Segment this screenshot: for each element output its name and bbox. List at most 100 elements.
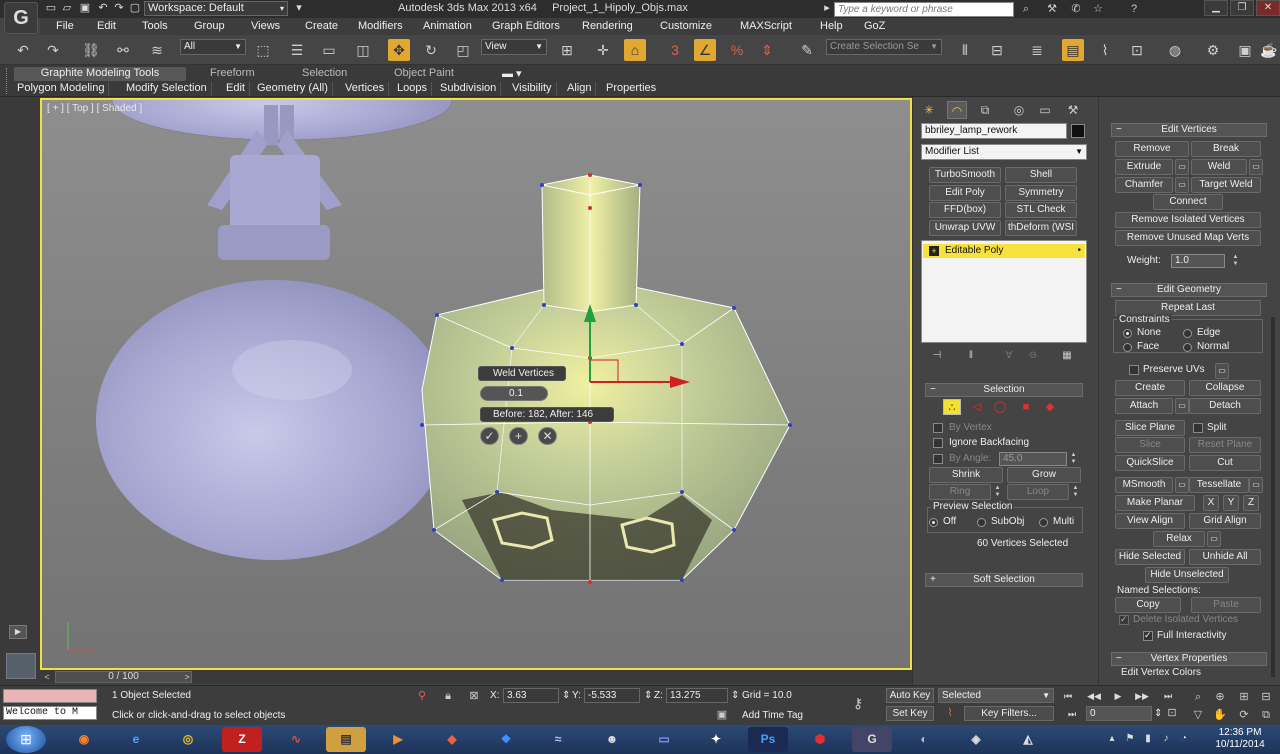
mirror-icon[interactable]: ⫴: [954, 39, 976, 61]
weight-input[interactable]: 1.0: [1171, 254, 1225, 268]
make-unique-icon[interactable]: ∀: [1001, 350, 1017, 364]
msmooth-settings-icon[interactable]: ▭: [1175, 477, 1189, 493]
close-button[interactable]: ✕: [1256, 0, 1280, 16]
planar-z-button[interactable]: Z: [1243, 495, 1259, 511]
frame-spinner-icon[interactable]: ⇕: [1154, 708, 1162, 719]
preview-subobj-radio[interactable]: [977, 518, 986, 527]
percent-snap-icon[interactable]: %: [726, 39, 748, 61]
maxscript-listener-output[interactable]: [3, 689, 97, 703]
app-icon-11[interactable]: ☻: [592, 727, 632, 752]
app-icon-15[interactable]: ⬢: [800, 727, 840, 752]
key-mode-dropdown[interactable]: Selected ▼: [938, 688, 1054, 703]
undo-icon[interactable]: ↶: [12, 39, 34, 61]
shrink-button[interactable]: Shrink: [929, 467, 1003, 483]
modifier-list-dropdown[interactable]: Modifier List ▼: [921, 144, 1087, 160]
pivot-center-icon[interactable]: ⊞: [556, 39, 578, 61]
communication-icon[interactable]: ✆: [1068, 2, 1084, 16]
play-icon[interactable]: ▶: [9, 625, 27, 639]
undo-icon[interactable]: ↶: [96, 2, 110, 15]
key-filters-button[interactable]: Key Filters...: [964, 706, 1054, 721]
break-button[interactable]: Break: [1191, 141, 1261, 157]
ribbon-options-icon[interactable]: ▬ ▾: [502, 67, 522, 81]
app-icon-18[interactable]: ◈: [956, 727, 996, 752]
minimize-button[interactable]: ▁: [1204, 0, 1228, 16]
full-interactivity-checkbox[interactable]: [1143, 630, 1153, 641]
by-vertex-checkbox[interactable]: [933, 423, 943, 433]
app-icon-19[interactable]: ◭: [1008, 727, 1048, 752]
object-color-swatch[interactable]: [1071, 124, 1085, 138]
hierarchy-tab-icon[interactable]: ⧉: [975, 101, 995, 119]
create-tab-icon[interactable]: ✳: [919, 101, 939, 119]
planar-x-button[interactable]: X: [1203, 495, 1219, 511]
ring-spinner[interactable]: ▲ ▼: [993, 485, 1002, 499]
set-key-mode-key-icon[interactable]: ⚷: [850, 696, 866, 710]
target-weld-button[interactable]: Target Weld: [1191, 177, 1261, 193]
project-folder-icon[interactable]: ▢: [128, 2, 142, 15]
bind-space-warp-icon[interactable]: ≋: [146, 39, 168, 61]
copy-button[interactable]: Copy: [1115, 597, 1181, 613]
default-tangents-icon[interactable]: ⌇: [942, 706, 958, 720]
vertex-mode-icon[interactable]: ∴: [943, 399, 961, 415]
key-mode-toggle-icon[interactable]: ⏭: [1064, 707, 1080, 721]
reset-plane-button[interactable]: Reset Plane: [1189, 437, 1261, 453]
hide-selected-button[interactable]: Hide Selected: [1115, 549, 1185, 565]
remove-isolated-vertices-button[interactable]: Remove Isolated Vertices: [1115, 212, 1261, 228]
go-to-end-icon[interactable]: ⏭: [1160, 689, 1176, 703]
weld-settings-icon[interactable]: ▭: [1249, 159, 1263, 175]
named-selection-input[interactable]: Create Selection Se ▼: [826, 39, 942, 55]
remove-button[interactable]: Remove: [1115, 141, 1189, 157]
configure-sets-icon[interactable]: ▦: [1059, 350, 1075, 364]
ffd-box-button[interactable]: FFD(box): [929, 202, 1001, 218]
pan-hand-icon[interactable]: ✋: [1212, 708, 1228, 722]
filezilla-icon[interactable]: Z: [222, 727, 262, 752]
remove-modifier-icon[interactable]: ⊖: [1025, 350, 1041, 364]
lightbulb-icon[interactable]: •: [1077, 244, 1081, 258]
stl-check-button[interactable]: STL Check: [1005, 202, 1077, 218]
panel-loops[interactable]: Loops: [393, 82, 432, 96]
loop-spinner[interactable]: ▲ ▼: [1071, 485, 1080, 499]
slice-button[interactable]: Slice: [1115, 437, 1185, 453]
menu-tools[interactable]: Tools: [142, 20, 168, 32]
prev-frame-icon[interactable]: <: [40, 670, 54, 684]
app-icon-10[interactable]: ≈: [538, 727, 578, 752]
favorites-star-icon[interactable]: ☆: [1090, 2, 1106, 16]
app-icon-17[interactable]: ◐: [904, 727, 944, 752]
select-by-name-icon[interactable]: ☰: [286, 39, 308, 61]
tray-network-icon[interactable]: ▮: [1142, 733, 1154, 745]
constraint-normal-radio[interactable]: [1183, 343, 1192, 352]
detach-button[interactable]: Detach: [1189, 398, 1261, 414]
open-file-icon[interactable]: ▱: [60, 2, 74, 15]
reference-coordinate-dropdown[interactable]: View ▼: [481, 39, 547, 55]
tab-selection[interactable]: Selection: [302, 67, 347, 81]
paste-button[interactable]: Paste: [1191, 597, 1261, 613]
x-coordinate-input[interactable]: 3.63: [503, 688, 559, 703]
redo-icon[interactable]: ↷: [42, 39, 64, 61]
y-spinner-icon[interactable]: ⇕: [644, 690, 652, 701]
material-editor-icon[interactable]: ◍: [1164, 39, 1186, 61]
menu-views[interactable]: Views: [251, 20, 280, 32]
mini-curve-editor-toggle[interactable]: [6, 653, 36, 679]
chamfer-settings-icon[interactable]: ▭: [1175, 177, 1189, 193]
caddy-cancel-icon[interactable]: ✕: [538, 427, 557, 445]
soft-selection-rollout-header[interactable]: + Soft Selection: [925, 573, 1083, 587]
edge-mode-icon[interactable]: ◁: [968, 399, 986, 415]
set-key-button[interactable]: Set Key: [886, 706, 934, 721]
link-icon[interactable]: ⛓: [80, 39, 102, 61]
next-frame-icon[interactable]: ▶▶: [1134, 689, 1150, 703]
zoom-extents-icon[interactable]: ⊞: [1236, 690, 1252, 704]
pin-stack-icon[interactable]: ⊣: [929, 350, 945, 364]
app-icon-8[interactable]: ◆: [432, 727, 472, 752]
unlink-icon[interactable]: ⚯: [112, 39, 134, 61]
viewport-label[interactable]: [ + ] [ Top ] [ Shaded ]: [47, 103, 142, 114]
angle-spinner[interactable]: ▲ ▼: [1069, 452, 1078, 466]
planar-y-button[interactable]: Y: [1223, 495, 1239, 511]
element-mode-icon[interactable]: ◆: [1041, 399, 1059, 415]
ftp-app-icon[interactable]: ∿: [276, 727, 316, 752]
panel-vertices[interactable]: Vertices: [341, 82, 390, 96]
y-coordinate-input[interactable]: -5.533: [584, 688, 640, 703]
firefox-icon[interactable]: ◉: [64, 727, 104, 752]
attach-list-icon[interactable]: ▭: [1175, 398, 1189, 414]
next-frame-icon[interactable]: >: [180, 670, 194, 684]
menu-help[interactable]: Help: [820, 20, 843, 32]
object-name-input[interactable]: bbriley_lamp_rework: [921, 123, 1067, 139]
